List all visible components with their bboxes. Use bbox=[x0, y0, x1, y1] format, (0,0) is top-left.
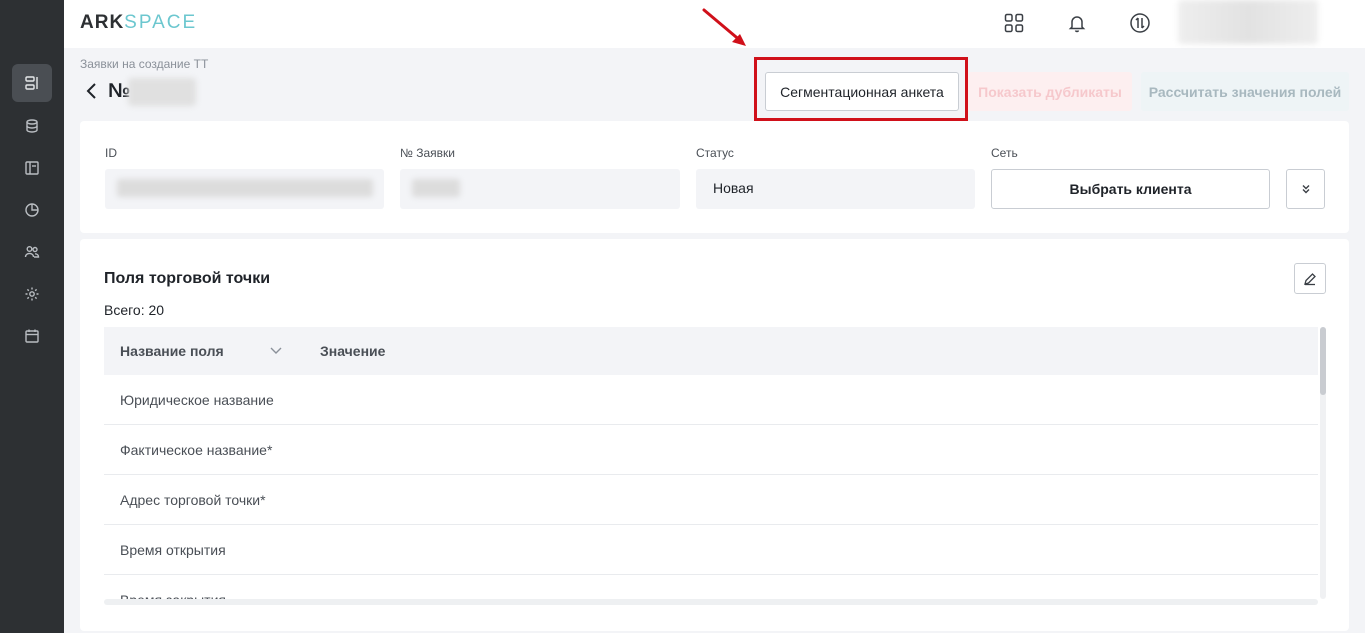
sidebar-item-users[interactable] bbox=[12, 233, 52, 271]
back-arrow-icon[interactable] bbox=[84, 82, 100, 100]
sidebar-item-analytics[interactable] bbox=[12, 191, 52, 229]
switch-button[interactable] bbox=[1128, 11, 1152, 35]
breadcrumb[interactable]: Заявки на создание ТТ bbox=[80, 57, 208, 71]
table-row[interactable]: Адрес торговой точки* bbox=[104, 475, 1318, 525]
section-title: Поля торговой точки bbox=[104, 270, 271, 287]
bell-icon bbox=[1068, 16, 1086, 33]
sidebar-item-layout[interactable] bbox=[12, 149, 52, 187]
annotation-arrow-icon bbox=[702, 8, 746, 46]
gear-icon bbox=[25, 287, 39, 301]
app-logo[interactable]: ARKSPACE bbox=[80, 12, 197, 34]
sidebar-item-settings[interactable] bbox=[12, 275, 52, 313]
column-header-value: Значение bbox=[320, 343, 386, 359]
total-count: Всего: 20 bbox=[104, 302, 165, 318]
chart-pie-icon bbox=[25, 203, 39, 217]
sidebar-item-database[interactable] bbox=[12, 107, 52, 145]
table-row[interactable]: Время открытия bbox=[104, 525, 1318, 575]
vertical-scrollbar-thumb[interactable] bbox=[1320, 327, 1326, 395]
id-label: ID bbox=[105, 146, 117, 160]
swap-icon bbox=[1130, 13, 1150, 33]
notifications-button[interactable] bbox=[1065, 11, 1089, 35]
network-label: Сеть bbox=[991, 146, 1018, 160]
users-icon bbox=[24, 246, 40, 258]
database-icon bbox=[26, 119, 38, 133]
table-header bbox=[104, 327, 1318, 375]
request-number-value-redacted bbox=[412, 179, 460, 197]
request-number-redacted bbox=[128, 78, 196, 106]
chevron-down-icon[interactable] bbox=[269, 344, 283, 356]
horizontal-scrollbar[interactable] bbox=[104, 599, 1318, 605]
edit-button[interactable] bbox=[1294, 263, 1326, 294]
page-title: № bbox=[108, 80, 131, 102]
chevrons-down-icon bbox=[1302, 185, 1309, 194]
apps-grid-button[interactable] bbox=[1002, 11, 1026, 35]
sidebar-item-requests[interactable] bbox=[12, 64, 52, 102]
request-number-label: № Заявки bbox=[400, 146, 455, 160]
status-value: Новая bbox=[713, 180, 754, 196]
calendar-icon bbox=[25, 329, 39, 343]
apps-grid-icon bbox=[1004, 13, 1024, 33]
expand-button[interactable] bbox=[1286, 169, 1325, 209]
pencil-icon bbox=[1304, 272, 1316, 285]
status-label: Статус bbox=[696, 146, 734, 160]
layout-icon bbox=[25, 161, 39, 175]
requests-icon bbox=[25, 76, 38, 90]
table-row[interactable]: Юридическое название bbox=[104, 375, 1318, 425]
sidebar-item-calendar[interactable] bbox=[12, 317, 52, 355]
sidebar bbox=[0, 0, 64, 633]
table-row[interactable]: Фактическое название* bbox=[104, 425, 1318, 475]
logo-ark: ARK bbox=[80, 12, 125, 33]
table-row[interactable]: Время закрытия bbox=[104, 575, 1318, 600]
show-duplicates-button[interactable]: Показать дубликаты bbox=[968, 72, 1132, 111]
column-header-name[interactable]: Название поля bbox=[120, 343, 224, 359]
user-profile[interactable] bbox=[1178, 0, 1318, 44]
choose-client-button[interactable]: Выбрать клиента bbox=[991, 169, 1270, 209]
id-value-redacted bbox=[117, 179, 373, 197]
segmentation-survey-button[interactable]: Сегментационная анкета bbox=[765, 72, 959, 111]
logo-space: SPACE bbox=[124, 12, 198, 33]
calculate-fields-button[interactable]: Рассчитать значения полей bbox=[1141, 72, 1349, 111]
fields-table-body: Юридическое название Фактическое названи… bbox=[104, 375, 1318, 599]
